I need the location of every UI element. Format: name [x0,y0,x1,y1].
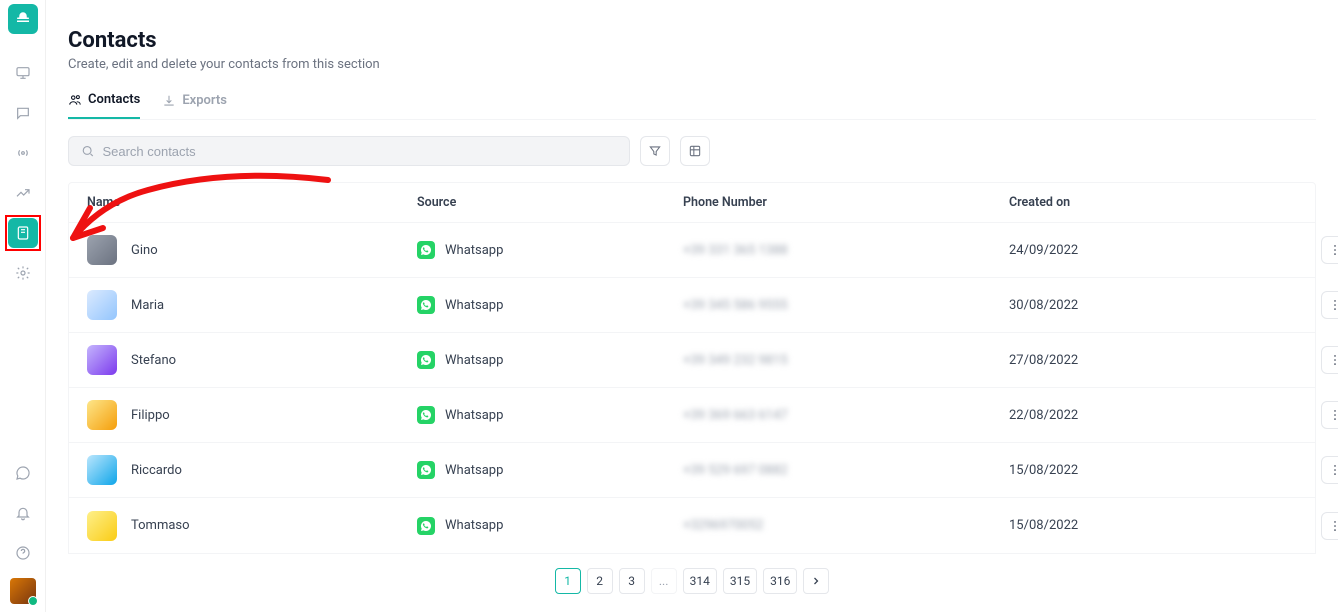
page-button[interactable]: 315 [723,568,757,594]
row-menu-button[interactable] [1321,346,1338,374]
contact-name: Riccardo [131,463,182,478]
contact-name: Filippo [131,408,170,423]
whatsapp-source-icon [417,517,435,535]
main-content: Contacts Create, edit and delete your co… [46,0,1338,612]
contact-created: 24/09/2022 [1009,243,1289,258]
contacts-table: Name Source Phone Number Created on Gino… [68,182,1316,554]
user-avatar[interactable] [10,578,36,604]
page-subtitle: Create, edit and delete your contacts fr… [68,57,1316,72]
table-row[interactable]: Filippo Whatsapp +39 369 663 6147 22/08/… [69,388,1315,443]
pagination: 123...314315316 [68,568,1316,604]
contact-created: 22/08/2022 [1009,408,1289,423]
contact-source: Whatsapp [445,518,503,533]
whatsapp-source-icon [417,351,435,369]
whatsapp-source-icon [417,461,435,479]
table-header: Name Source Phone Number Created on [69,183,1315,223]
tab-label: Contacts [88,92,140,107]
table-row[interactable]: Stefano Whatsapp +39 349 232 9815 27/08/… [69,333,1315,388]
contact-source: Whatsapp [445,298,503,313]
contact-created: 15/08/2022 [1009,463,1289,478]
search-icon [81,144,94,158]
row-menu-button[interactable] [1321,236,1338,264]
tab-label: Exports [182,93,227,108]
help-icon[interactable] [8,538,38,568]
contact-name: Stefano [131,353,176,368]
contact-created: 15/08/2022 [1009,518,1289,533]
contact-source: Whatsapp [445,353,503,368]
contact-avatar [87,235,117,265]
filter-button[interactable] [640,136,670,166]
table-row[interactable]: Gino Whatsapp +39 331 365 1388 24/09/202… [69,223,1315,278]
row-menu-button[interactable] [1321,456,1338,484]
whatsapp-source-icon [417,241,435,259]
trend-icon[interactable] [8,178,38,208]
col-phone: Phone Number [683,195,1009,210]
table-row[interactable]: Maria Whatsapp +39 345 586 9555 30/08/20… [69,278,1315,333]
whatsapp-source-icon [417,296,435,314]
whatsapp-icon[interactable] [8,458,38,488]
contact-source: Whatsapp [445,463,503,478]
contact-name: Tommaso [131,518,190,533]
col-created: Created on [1009,195,1289,210]
contact-name: Gino [131,243,158,258]
row-menu-button[interactable] [1321,291,1338,319]
app-logo[interactable] [8,4,38,34]
contact-avatar [87,290,117,320]
settings-icon[interactable] [8,258,38,288]
search-input[interactable] [102,144,617,159]
columns-button[interactable] [680,136,710,166]
bell-icon[interactable] [8,498,38,528]
tab-contacts[interactable]: Contacts [68,92,140,119]
contact-phone: +39 331 365 1388 [683,243,1009,258]
contact-phone: +3296970052 [683,518,1009,533]
table-row[interactable]: Riccardo Whatsapp +39 529 697 0882 15/08… [69,443,1315,498]
contact-source: Whatsapp [445,243,503,258]
contact-avatar [87,345,117,375]
monitor-icon[interactable] [8,58,38,88]
contact-name: Maria [131,298,164,313]
contact-phone: +39 529 697 0882 [683,463,1009,478]
page-button[interactable]: 3 [619,568,645,594]
col-name: Name [87,195,417,210]
contact-created: 27/08/2022 [1009,353,1289,368]
page-next-button[interactable] [803,568,829,594]
contact-created: 30/08/2022 [1009,298,1289,313]
contacts-icon[interactable] [8,218,38,248]
tab-exports[interactable]: Exports [162,92,227,119]
contact-avatar [87,511,117,541]
table-row[interactable]: Tommaso Whatsapp +3296970052 15/08/2022 [69,498,1315,553]
page-button[interactable]: 1 [555,568,581,594]
row-menu-button[interactable] [1321,401,1338,429]
chat-icon[interactable] [8,98,38,128]
contact-phone: +39 349 232 9815 [683,353,1009,368]
page-button[interactable]: 2 [587,568,613,594]
page-ellipsis: ... [651,568,677,594]
contact-phone: +39 345 586 9555 [683,298,1009,313]
contact-avatar [87,400,117,430]
sidebar [0,0,46,612]
page-button[interactable]: 314 [683,568,717,594]
row-menu-button[interactable] [1321,512,1338,540]
whatsapp-source-icon [417,406,435,424]
toolbar [68,136,1316,166]
contact-avatar [87,455,117,485]
tabs: Contacts Exports [68,92,1316,120]
col-source: Source [417,195,683,210]
page-title: Contacts [68,28,1316,53]
contact-source: Whatsapp [445,408,503,423]
broadcast-icon[interactable] [8,138,38,168]
search-box[interactable] [68,136,630,166]
page-button[interactable]: 316 [763,568,797,594]
contact-phone: +39 369 663 6147 [683,408,1009,423]
